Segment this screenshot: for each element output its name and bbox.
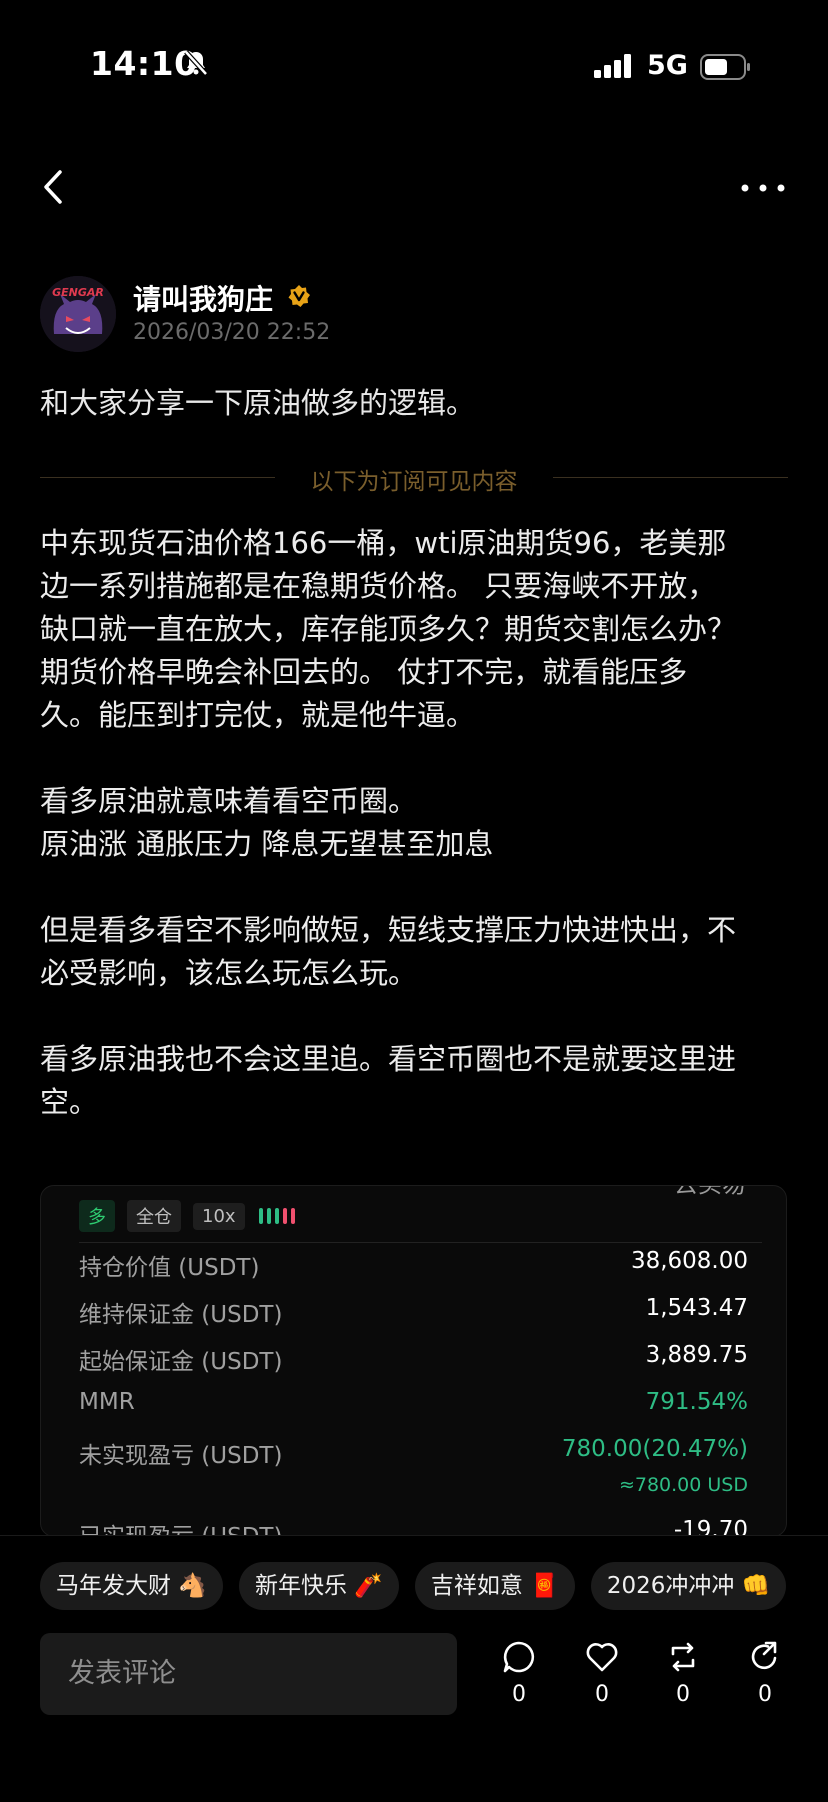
author-name[interactable]: 请叫我狗庄 bbox=[133, 278, 273, 318]
post-paragraph: 看多原油就意味着看空币圈。 原油涨 通胀压力 降息无望甚至加息 bbox=[40, 784, 494, 861]
row-value: 780.00(20.47%) bbox=[561, 1436, 748, 1462]
comment-count: 0 bbox=[512, 1682, 526, 1707]
post-intro: 和大家分享一下原油做多的逻辑。 bbox=[40, 386, 476, 420]
post-timestamp: 2026/03/20 22:52 bbox=[133, 320, 331, 345]
position-card[interactable]: 去买易 多 全仓 10x 持仓价值 (USDT) 38,608.00 维持保证金 … bbox=[40, 1185, 787, 1537]
risk-bar bbox=[258, 1208, 263, 1224]
repost-count: 0 bbox=[676, 1682, 690, 1707]
heart-icon bbox=[586, 1643, 618, 1672]
quick-reply-chip[interactable]: 马年发大财 🐴 bbox=[40, 1562, 223, 1610]
row-label: 起始保证金 (USDT) bbox=[79, 1349, 283, 1375]
more-options-icon[interactable] bbox=[740, 178, 786, 192]
unrealized-usd: ≈780.00 USD bbox=[618, 1474, 748, 1496]
row-value: 3,889.75 bbox=[645, 1342, 748, 1368]
row-value: 791.54% bbox=[645, 1389, 748, 1415]
subscriber-divider-label: 以下为订阅可见内容 bbox=[310, 469, 518, 495]
subscriber-divider: 以下为订阅可见内容 bbox=[40, 462, 788, 495]
share-icon bbox=[751, 1641, 777, 1670]
signal-icon bbox=[594, 54, 634, 82]
svg-text:GENGAR: GENGAR bbox=[52, 286, 104, 299]
row-value: -19.70 bbox=[673, 1517, 748, 1537]
risk-bar bbox=[282, 1208, 287, 1224]
like-button[interactable]: 0 bbox=[577, 1640, 627, 1707]
position-tags: 多 全仓 10x bbox=[79, 1200, 295, 1232]
battery-icon bbox=[700, 54, 750, 80]
position-card-cut-text: 去买易 bbox=[674, 1186, 746, 1199]
post-paragraph: 看多原油我也不会这里追。看空币圈也不是就要这里进 空。 bbox=[40, 1042, 737, 1119]
quick-replies: 马年发大财 🐴 新年快乐 🧨 吉祥如意 🧧 2026冲冲冲 👊 bbox=[40, 1562, 787, 1610]
row-value: 38,608.00 bbox=[630, 1248, 748, 1274]
post-body: 中东现货石油价格166一桶，wti原油期货96，老美那 边一系列措施都是在稳期货… bbox=[40, 522, 790, 1167]
share-count: 0 bbox=[758, 1682, 772, 1707]
bottom-bar: 马年发大财 🐴 新年快乐 🧨 吉祥如意 🧧 2026冲冲冲 👊 发表评论 0 0… bbox=[0, 1535, 828, 1802]
quick-reply-chip[interactable]: 2026冲冲冲 👊 bbox=[590, 1562, 787, 1610]
bell-muted-icon bbox=[184, 50, 208, 80]
row-label: 未实现盈亏 (USDT) bbox=[79, 1443, 283, 1469]
share-button[interactable]: 0 bbox=[740, 1640, 790, 1707]
repost-icon bbox=[671, 1642, 695, 1672]
leverage-tag: 10x bbox=[193, 1202, 245, 1230]
post-paragraph: 但是看多看空不影响做短，短线支撑压力快进快出，不 必受影响，该怎么玩怎么玩。 bbox=[40, 913, 737, 990]
row-value: 1,543.47 bbox=[645, 1295, 748, 1321]
row-label: 维持保证金 (USDT) bbox=[79, 1302, 283, 1328]
risk-bar bbox=[266, 1208, 271, 1224]
comment-input[interactable]: 发表评论 bbox=[40, 1633, 457, 1715]
row-label: MMR bbox=[79, 1389, 135, 1415]
side-tag: 多 bbox=[79, 1200, 115, 1232]
network-type: 5G bbox=[647, 50, 688, 81]
repost-button[interactable]: 0 bbox=[658, 1640, 708, 1707]
back-icon[interactable] bbox=[40, 168, 70, 206]
row-label: 已实现盈亏 (USDT) bbox=[79, 1524, 283, 1537]
avatar[interactable]: GENGAR bbox=[40, 276, 116, 352]
comment-icon bbox=[503, 1641, 535, 1673]
post-paragraph: 中东现货石油价格166一桶，wti原油期货96，老美那 边一系列措施都是在稳期货… bbox=[40, 526, 737, 732]
quick-reply-chip[interactable]: 新年快乐 🧨 bbox=[238, 1562, 399, 1610]
risk-level-indicator bbox=[258, 1208, 295, 1224]
quick-reply-chip[interactable]: 吉祥如意 🧧 bbox=[414, 1562, 575, 1610]
risk-bar bbox=[290, 1208, 295, 1224]
margin-mode-tag: 全仓 bbox=[127, 1200, 181, 1232]
like-count: 0 bbox=[595, 1682, 609, 1707]
comment-button[interactable]: 0 bbox=[494, 1640, 544, 1707]
verified-badge-icon bbox=[287, 284, 311, 308]
risk-bar bbox=[274, 1208, 279, 1224]
status-time: 14:10 bbox=[90, 44, 198, 83]
row-label: 持仓价值 (USDT) bbox=[79, 1255, 260, 1281]
